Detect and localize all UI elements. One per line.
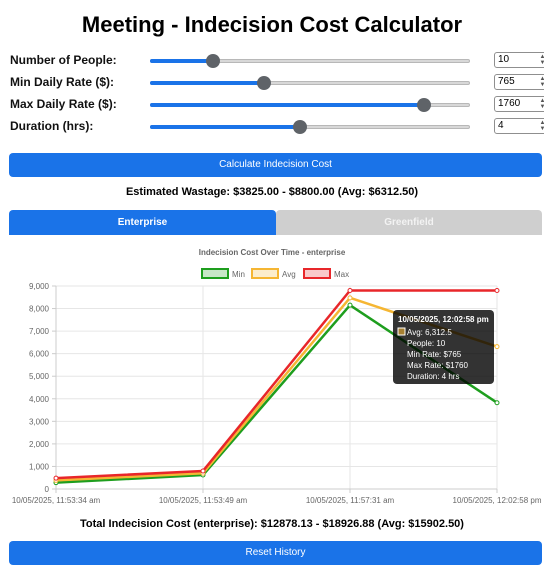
legend-label: Min <box>232 270 245 279</box>
max-rate-input[interactable]: 1760 ▲ ▼ <box>494 96 544 112</box>
chart-canvas: 0 1,000 2,000 3,000 4,000 5,000 6,000 7,000 8,00… <box>12 268 542 505</box>
spinner-icon[interactable]: ▲ ▼ <box>538 76 544 88</box>
min-rate-slider[interactable] <box>150 73 470 93</box>
data-point <box>53 475 59 481</box>
y-tick-label: 7,000 <box>29 327 50 336</box>
max-rate-label: Max Daily Rate ($): <box>10 97 117 111</box>
min-rate-row: Min Daily Rate ($): 765 ▲ ▼ <box>10 73 544 93</box>
x-tick-label: 10/05/2025, 11:57:31 am <box>306 496 395 505</box>
y-tick-label: 8,000 <box>29 305 50 314</box>
tab-greenfield[interactable]: Greenfield <box>276 210 542 235</box>
spinner-icon[interactable]: ▲ ▼ <box>538 98 544 110</box>
slider-fill <box>150 59 214 63</box>
tab-enterprise[interactable]: Enterprise <box>9 210 276 235</box>
people-row: Number of People: 10 ▲ ▼ <box>10 51 544 71</box>
min-rate-label: Min Daily Rate ($): <box>10 75 115 89</box>
people-slider[interactable] <box>150 51 470 71</box>
max-rate-row: Max Daily Rate ($): 1760 ▲ ▼ <box>10 95 544 115</box>
calculate-button[interactable]: Calculate Indecision Cost <box>9 153 542 177</box>
slider-fill <box>150 125 300 129</box>
y-tick-label: 9,000 <box>29 282 50 291</box>
y-tick-label: 6,000 <box>29 350 50 359</box>
min-rate-value: 765 <box>498 76 515 87</box>
tooltip-line: Max Rate: $1760 <box>407 361 468 370</box>
people-value: 10 <box>498 54 510 65</box>
tooltip-title: 10/05/2025, 12:02:58 pm <box>398 315 489 324</box>
data-point <box>347 288 353 294</box>
slider-thumb[interactable] <box>257 76 272 90</box>
data-point <box>494 288 500 294</box>
data-point <box>494 344 500 350</box>
tooltip-line: Min Rate: $765 <box>407 350 462 359</box>
page-title: Meeting - Indecision Cost Calculator <box>81 12 463 37</box>
duration-value: 4 <box>498 120 504 131</box>
spinner-icon[interactable]: ▲ ▼ <box>538 120 544 132</box>
y-tick-label: 1,000 <box>29 462 50 471</box>
wastage-text: Estimated Wastage: $3825.00 - $8800.00 (… <box>125 186 419 198</box>
y-tick-label: 2,000 <box>29 440 50 449</box>
slider-thumb[interactable] <box>417 98 432 112</box>
data-point <box>494 400 500 406</box>
slider-thumb[interactable] <box>206 54 221 68</box>
tooltip-line: Avg: 6,312.5 <box>407 328 452 337</box>
max-rate-slider[interactable] <box>150 95 470 115</box>
duration-row: Duration (hrs): 4 ▲ ▼ <box>10 117 544 137</box>
tooltip-line: People: 10 <box>407 339 446 348</box>
slider-thumb[interactable] <box>292 120 307 134</box>
tooltip-line: Duration: 4 hrs <box>407 372 459 381</box>
legend-swatch <box>303 268 331 279</box>
x-tick-label: 10/05/2025, 11:53:49 am <box>159 496 248 505</box>
y-tick-label: 3,000 <box>29 417 50 426</box>
y-tick-label: 5,000 <box>29 372 50 381</box>
legend-swatch <box>251 268 279 279</box>
slider-fill <box>150 81 265 85</box>
legend-swatch <box>201 268 229 279</box>
reset-history-button[interactable]: Reset History <box>9 541 542 565</box>
y-tick-label: 0 <box>45 485 50 494</box>
legend-label: Avg <box>282 270 296 279</box>
data-point <box>347 295 353 301</box>
total-text: Total Indecision Cost (enterprise): $128… <box>80 518 464 530</box>
data-point <box>347 302 353 308</box>
duration-slider[interactable] <box>150 117 470 137</box>
spinner-icon[interactable]: ▲ ▼ <box>538 54 544 66</box>
people-label: Number of People: <box>10 53 117 67</box>
max-rate-value: 1760 <box>498 98 521 109</box>
min-rate-input[interactable]: 765 ▲ ▼ <box>494 74 544 90</box>
x-tick-label: 10/05/2025, 12:02:58 pm <box>453 496 542 505</box>
legend-label: Max <box>334 270 349 279</box>
y-tick-label: 4,000 <box>29 395 50 404</box>
cost-chart: Indecision Cost Over Time - enterprise 0… <box>0 238 544 510</box>
duration-input[interactable]: 4 ▲ ▼ <box>494 118 544 134</box>
data-point <box>200 468 206 474</box>
duration-label: Duration (hrs): <box>10 119 94 133</box>
tooltip-swatch <box>397 327 406 336</box>
x-tick-label: 10/05/2025, 11:53:34 am <box>12 496 101 505</box>
slider-fill <box>150 103 425 107</box>
people-input[interactable]: 10 ▲ ▼ <box>494 52 544 68</box>
